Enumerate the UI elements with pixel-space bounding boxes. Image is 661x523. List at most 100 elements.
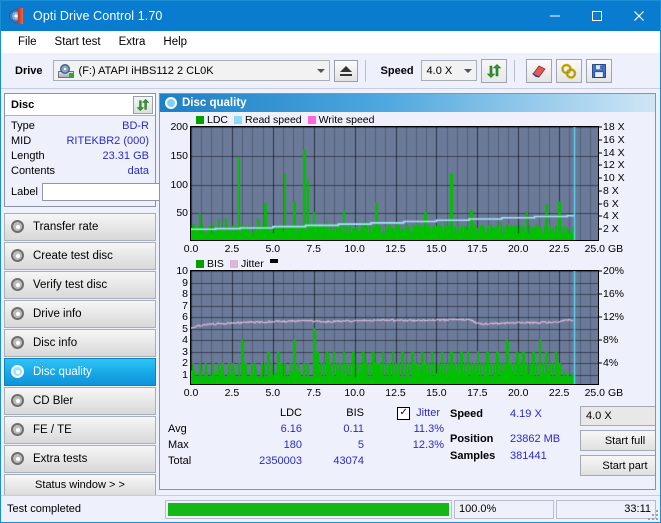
- axis-tick-label: 16%: [603, 288, 625, 300]
- elapsed-time: 33:11: [556, 499, 656, 519]
- axis-tick-label: 0.0: [183, 243, 199, 255]
- charts-area: LDC Read speed Write speed 200 150 100 50: [160, 112, 655, 401]
- menu-item-help[interactable]: Help: [154, 34, 196, 50]
- axis-tick-label: 2.5: [224, 243, 240, 255]
- axis-tick-label: 0.0: [183, 387, 199, 399]
- status-window-button[interactable]: Status window > >: [4, 474, 156, 496]
- toolbar: Drive (F:) ATAPI iHBS112 2 CL0K Speed 4.…: [1, 53, 660, 89]
- menu-bar: File Start test Extra Help: [1, 31, 660, 53]
- legend-swatch: [229, 259, 238, 268]
- sidebar-item-cd-bler[interactable]: CD Bler: [4, 387, 156, 415]
- sidebar-item-disc-quality[interactable]: Disc quality: [4, 358, 156, 386]
- chart-ldc-readspeed: LDC Read speed Write speed 200 150 100 50: [160, 113, 655, 257]
- toolbar-divider-1: [364, 59, 366, 82]
- test-speed-select[interactable]: 4.0 X: [580, 406, 655, 426]
- axis-tick-label: 7: [182, 299, 188, 312]
- refresh-button[interactable]: [480, 58, 507, 83]
- disc-row-type: Type BD-R: [11, 119, 149, 134]
- resize-grip-icon[interactable]: [648, 510, 658, 520]
- disc-row-key: Type: [11, 120, 35, 132]
- sidebar-item-extra-tests[interactable]: Extra tests: [4, 445, 156, 473]
- axis-tick-label: 12%: [603, 311, 625, 323]
- eject-button[interactable]: [333, 59, 358, 82]
- status-bar: Test completed 100.0% 33:11: [1, 495, 660, 522]
- legend-label: Write speed: [318, 113, 375, 126]
- main-content: Disc Type BD-R MID RITEKBR2 (000) Length…: [1, 89, 660, 496]
- disc-label-key: Label: [11, 186, 38, 198]
- disc-row-contents: Contents data: [11, 164, 149, 179]
- minimize-icon[interactable]: [534, 1, 576, 31]
- disc-icon: [11, 393, 26, 409]
- erase-button[interactable]: [525, 58, 552, 83]
- maximize-icon[interactable]: [576, 1, 618, 31]
- drive-select[interactable]: (F:) ATAPI iHBS112 2 CL0K: [52, 60, 330, 81]
- disc-row-key: Contents: [11, 165, 56, 177]
- stats-row-total: Total 2350003 43074: [168, 453, 450, 469]
- stats-col-ldc: LDC: [279, 407, 302, 419]
- legend-item-bis: BIS: [196, 258, 224, 270]
- start-part-button[interactable]: Start part: [580, 455, 655, 476]
- settings-button[interactable]: [555, 58, 582, 83]
- stats-max-ldc: 180: [283, 439, 302, 451]
- axis-tick-label: 100: [170, 178, 188, 191]
- axis-tick-label: 8 X: [603, 184, 619, 197]
- axis-tick-label: 10 X: [603, 172, 625, 185]
- disc-icon: [11, 306, 26, 322]
- app-disc-icon: [9, 8, 25, 24]
- disc-row-length: Length 23.31 GB: [11, 149, 149, 164]
- disc-icon: [11, 422, 26, 438]
- disc-row-value: BD-R: [122, 120, 149, 132]
- save-button[interactable]: [585, 58, 612, 83]
- close-icon[interactable]: [618, 1, 660, 31]
- axis-tick-label: 200: [170, 121, 188, 133]
- sidebar-item-fe-te[interactable]: FE / TE: [4, 416, 156, 444]
- drive-label: Drive: [15, 64, 43, 77]
- legend-label: Read speed: [245, 113, 302, 126]
- disc-refresh-button[interactable]: [133, 95, 153, 114]
- axis-tick-label: 18 X: [603, 121, 625, 133]
- disc-row-mid: MID RITEKBR2 (000): [11, 134, 149, 149]
- legend-item-ldc: LDC: [196, 114, 228, 126]
- result-position: Position 23862 MB: [450, 430, 580, 447]
- axis-tick-label: 17.5: [467, 387, 488, 399]
- disc-icon: [11, 277, 26, 293]
- disc-quality-icon: [165, 97, 177, 109]
- disc-row-key: Length: [11, 150, 45, 162]
- sidebar-item-verify-test-disc[interactable]: Verify test disc: [4, 271, 156, 299]
- axis-tick-label: 17.5: [467, 243, 488, 255]
- axis-tick-label: 15.0: [426, 243, 447, 255]
- legend-swatch: [196, 259, 204, 268]
- axis-tick-label: 4 X: [603, 210, 619, 223]
- save-icon: [591, 63, 606, 78]
- stats-total-ldc: 2350003: [259, 455, 302, 467]
- jitter-checkbox[interactable]: ✓: [397, 406, 411, 420]
- axis-tick-label: 10.0: [344, 243, 365, 255]
- disc-icon: [11, 219, 26, 235]
- disc-info-body: Type BD-R MID RITEKBR2 (000) Length 23.3…: [5, 116, 245, 206]
- sidebar-item-transfer-rate[interactable]: Transfer rate: [4, 213, 156, 241]
- menu-item-file[interactable]: File: [9, 34, 46, 50]
- menu-item-extra[interactable]: Extra: [110, 34, 155, 50]
- speed-select-value: 4.0 X: [426, 64, 453, 77]
- start-full-button[interactable]: Start full: [580, 430, 655, 451]
- axis-tick-label: 9: [182, 276, 188, 289]
- window-title: Opti Drive Control 1.70: [33, 9, 163, 23]
- menu-item-start-test[interactable]: Start test: [46, 34, 110, 50]
- speed-select[interactable]: 4.0 X: [420, 60, 477, 81]
- chart1-y-axis: 200 150 100 50: [160, 121, 193, 243]
- sidebar-item-create-test-disc[interactable]: Create test disc: [4, 242, 156, 270]
- legend-swatch: [234, 115, 243, 124]
- chart-bis-jitter: BIS Jitter 10 9 8 7 6 5 4 3 2 1 20% 16% 12%: [160, 257, 655, 401]
- disc-row-value: 23.31 GB: [102, 150, 149, 162]
- axis-tick-label: 2: [182, 357, 188, 369]
- axis-tick-label: 8%: [603, 334, 619, 346]
- stats-header-row: LDC BIS ✓ Jitter: [168, 405, 450, 421]
- disc-info-header: Disc: [5, 94, 155, 116]
- stats-avg-ldc: 6.16: [280, 423, 302, 435]
- sidebar-item-label: Create test disc: [33, 250, 113, 262]
- eraser-icon: [531, 65, 546, 77]
- sidebar-item-disc-info[interactable]: Disc info: [4, 329, 156, 357]
- legend-label: BIS: [207, 257, 224, 270]
- sidebar-item-drive-info[interactable]: Drive info: [4, 300, 156, 328]
- gear-icon: [560, 63, 576, 79]
